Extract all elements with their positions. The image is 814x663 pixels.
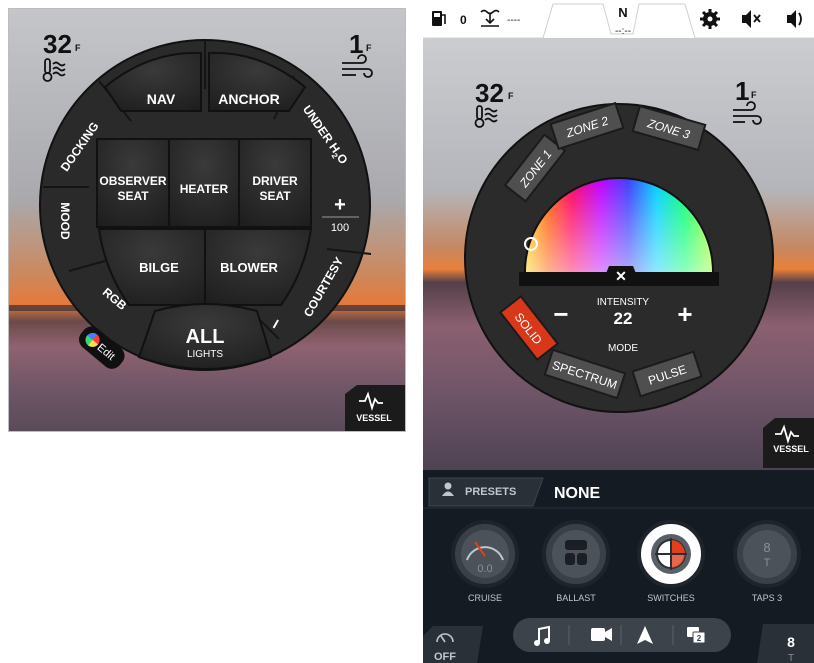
- water-temp-value: 32: [43, 29, 72, 59]
- rgb-editor-panel: 0 ---- N --:-- 32 F 1 F ZONE 1 ZONE 2 ZO…: [423, 0, 814, 663]
- settings-gear-icon[interactable]: [700, 9, 720, 29]
- air-temp-value: 1: [735, 76, 749, 106]
- observer-seat-label-1: OBSERVER: [99, 174, 166, 188]
- close-icon: ✕: [615, 268, 627, 284]
- intensity-plus-button[interactable]: +: [677, 299, 692, 329]
- switches-label: SWITCHES: [647, 593, 695, 603]
- media-tab-bar: 2: [513, 618, 731, 652]
- anchor-label: ANCHOR: [218, 91, 279, 107]
- vessel-label: VESSEL: [356, 413, 392, 423]
- mode-label: MODE: [608, 343, 638, 354]
- observer-seat-label-2: SEAT: [117, 189, 149, 203]
- taps-quick-value: 8: [787, 634, 795, 650]
- nav-label: NAV: [147, 91, 176, 107]
- ballast-label: BALLAST: [556, 593, 596, 603]
- cruise-off-label: OFF: [434, 651, 456, 663]
- air-temp-unit: F: [751, 90, 757, 100]
- air-temp-unit: F: [366, 43, 372, 53]
- intensity-value: 22: [614, 309, 633, 328]
- taps-quick-button[interactable]: 8 T: [757, 624, 814, 663]
- camera-icon[interactable]: [591, 628, 612, 641]
- switch-wheel-canvas: 32 F 1 F DOCKING UNDER H2O MOOD RGB COUR…: [9, 9, 405, 431]
- intensity-minus-button[interactable]: −: [553, 299, 568, 329]
- multi-screen-badge: 2: [697, 634, 702, 643]
- driver-seat-label-1: DRIVER: [252, 174, 298, 188]
- taps-value: 8: [763, 540, 770, 555]
- water-temp-value: 32: [475, 78, 504, 108]
- rgb-editor-canvas: 0 ---- N --:-- 32 F 1 F ZONE 1 ZONE 2 ZO…: [423, 0, 814, 663]
- vessel-label: VESSEL: [773, 444, 809, 454]
- cruise-value: 0.0: [477, 563, 492, 575]
- heater-label: HEATER: [180, 182, 229, 196]
- blower-label: BLOWER: [220, 260, 278, 275]
- lights-switch-panel: 32 F 1 F DOCKING UNDER H2O MOOD RGB COUR…: [8, 8, 406, 432]
- all-lights-label: ALL: [186, 326, 225, 348]
- cruise-label: CRUISE: [468, 593, 502, 603]
- water-temp-unit: F: [75, 43, 81, 53]
- presets-label: PRESETS: [465, 486, 516, 498]
- user-icon: [444, 482, 452, 490]
- vessel-button[interactable]: VESSEL: [345, 385, 405, 431]
- taps-quick-unit: T: [788, 653, 794, 663]
- intensity-label: INTENSITY: [597, 297, 650, 308]
- dimmer-value: 100: [331, 222, 349, 234]
- clock-time: --:--: [615, 26, 631, 37]
- all-lights-sublabel: LIGHTS: [187, 349, 223, 360]
- water-temp-unit: F: [508, 91, 514, 101]
- taps-label: TAPS 3: [752, 593, 782, 603]
- taps-unit: T: [764, 557, 771, 569]
- compass-heading: N: [618, 5, 627, 20]
- mood-segment[interactable]: MOOD: [58, 202, 72, 240]
- preset-value: NONE: [554, 485, 601, 502]
- depth-value: ----: [507, 15, 520, 26]
- vessel-button[interactable]: VESSEL: [763, 418, 814, 468]
- presets-button[interactable]: PRESETS: [428, 477, 544, 507]
- mood-label: MOOD: [58, 202, 72, 240]
- dimmer-plus-button[interactable]: +: [334, 194, 346, 216]
- cruise-off-button[interactable]: OFF: [423, 626, 483, 663]
- bilge-label: BILGE: [139, 260, 179, 275]
- fuel-value: 0: [460, 13, 467, 27]
- driver-seat-label-2: SEAT: [259, 189, 291, 203]
- status-bar: 0 ---- N --:--: [423, 0, 814, 39]
